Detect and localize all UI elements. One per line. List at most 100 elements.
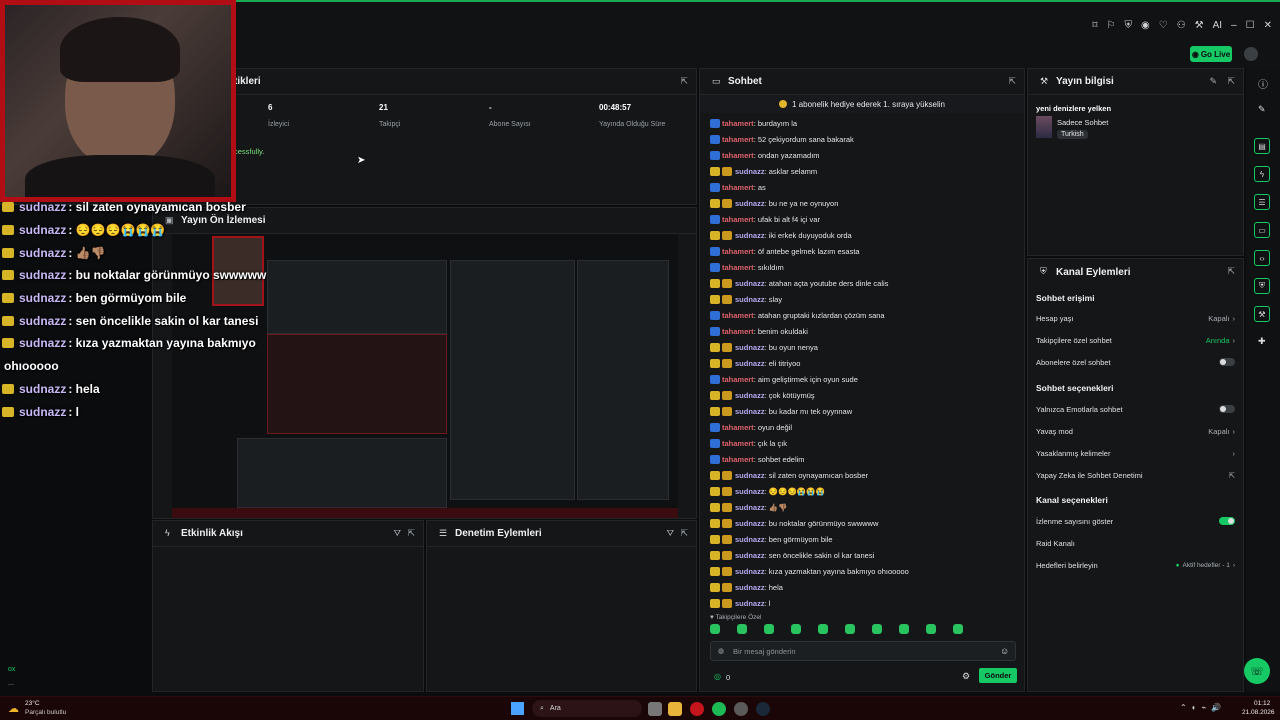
chat-username[interactable]: tahamert xyxy=(722,215,754,224)
viewer-count-toggle[interactable] xyxy=(1219,517,1235,525)
followers-chat-row[interactable]: Takipçilere özel sohbet Anında › xyxy=(1036,333,1235,347)
chat-message: sudnazz: sen öncelikle sakin ol kar tane… xyxy=(710,547,874,563)
support-chat-icon[interactable]: ☏ xyxy=(1244,658,1270,684)
opera-icon[interactable] xyxy=(690,702,704,716)
goals-row[interactable]: Hedefleri belirleyin ● Aktif hedefler - 1 › xyxy=(1036,558,1235,572)
chat-username[interactable]: sudnazz xyxy=(735,407,765,416)
chat-username[interactable]: sudnazz xyxy=(735,359,765,368)
ai-label[interactable]: AI xyxy=(1213,20,1222,31)
list-icon[interactable]: ☰ xyxy=(1254,194,1270,210)
chat-username[interactable]: tahamert xyxy=(722,455,754,464)
task-view-icon[interactable] xyxy=(648,702,662,716)
popout-icon[interactable]: ⇱ xyxy=(680,528,688,539)
ai-moderation-row[interactable]: Yapay Zeka ile Sohbet Denetimi ⇱ xyxy=(1036,468,1235,482)
chat-username[interactable]: tahamert xyxy=(722,375,754,384)
chat-username[interactable]: sudnazz xyxy=(735,279,765,288)
taskbar-search[interactable]: ⌕ Ara xyxy=(532,700,642,717)
wrench-icon[interactable]: ⚒ xyxy=(1195,20,1204,31)
chat-username[interactable]: tahamert xyxy=(722,263,754,272)
minus-icon[interactable]: – xyxy=(1231,20,1237,31)
chat-username[interactable]: tahamert xyxy=(722,151,754,160)
steam-icon[interactable] xyxy=(756,702,770,716)
shield-icon[interactable]: ⛨ xyxy=(1124,20,1132,31)
subs-chat-toggle[interactable] xyxy=(1219,358,1235,366)
chat-username[interactable]: tahamert xyxy=(722,119,754,128)
chat-username[interactable]: sudnazz xyxy=(735,295,765,304)
emote-icon[interactable] xyxy=(710,624,720,634)
raid-row[interactable]: Raid Kanalı xyxy=(1036,536,1235,550)
spotify-icon[interactable] xyxy=(712,702,726,716)
send-button[interactable]: Gönder xyxy=(979,668,1017,683)
bookmark-icon[interactable]: ⌑ xyxy=(1092,20,1097,31)
chat-username[interactable]: tahamert xyxy=(722,135,754,144)
user-icon[interactable]: ⚇ xyxy=(1177,20,1186,31)
popout-icon[interactable]: ⇱ xyxy=(407,528,415,539)
emote-icon[interactable] xyxy=(764,624,774,634)
emote-icon[interactable] xyxy=(737,624,747,634)
slow-mode-row[interactable]: Yavaş mod Kapalı › xyxy=(1036,424,1235,438)
chat-username[interactable]: sudnazz xyxy=(735,599,765,608)
chat-username[interactable]: sudnazz xyxy=(735,503,765,512)
overlay-chat-line: sudnazz : ben görmüyom bile xyxy=(2,287,272,310)
chat-icon[interactable]: ▭ xyxy=(1254,222,1270,238)
eye-icon[interactable]: ◉ xyxy=(1141,20,1150,31)
chat-username[interactable]: tahamert xyxy=(722,439,754,448)
maximize-icon[interactable]: ☐ xyxy=(1246,20,1255,31)
chat-username[interactable]: tahamert xyxy=(722,183,754,192)
popout-icon[interactable]: ⇱ xyxy=(680,76,688,87)
popout-icon[interactable]: ⇱ xyxy=(1008,76,1016,87)
info-icon[interactable]: ⓘ xyxy=(1258,76,1268,91)
xbox-icon[interactable] xyxy=(734,702,748,716)
chat-username[interactable]: tahamert xyxy=(722,247,754,256)
emote-icon[interactable] xyxy=(899,624,909,634)
filter-icon[interactable]: ⛛ xyxy=(666,528,674,539)
chat-username[interactable]: sudnazz xyxy=(735,583,765,592)
filter-icon[interactable]: ⛛ xyxy=(393,528,401,539)
banned-words-row[interactable]: Yasaklanmış kelimeler › xyxy=(1036,446,1235,460)
wrench-icon[interactable]: ⚒ xyxy=(1254,306,1270,322)
emote-icon[interactable] xyxy=(845,624,855,634)
emotes-only-toggle[interactable] xyxy=(1219,405,1235,413)
account-age-row[interactable]: Hesap yaşı Kapalı › xyxy=(1036,311,1235,325)
chat-username[interactable]: sudnazz xyxy=(735,535,765,544)
edit-icon[interactable]: ✎ xyxy=(1209,76,1217,87)
file-explorer-icon[interactable] xyxy=(668,702,682,716)
chat-username[interactable]: tahamert xyxy=(722,311,754,320)
chat-username[interactable]: sudnazz xyxy=(735,199,765,208)
emote-icon[interactable] xyxy=(926,624,936,634)
chat-username[interactable]: sudnazz xyxy=(735,391,765,400)
moderator-icon[interactable]: ⚐ xyxy=(1107,20,1116,31)
chat-username[interactable]: sudnazz xyxy=(735,471,765,480)
emote-icon[interactable] xyxy=(953,624,963,634)
heart-icon[interactable]: ♡ xyxy=(1159,20,1168,31)
gift-sub-banner[interactable]: 1 abonelik hediye ederek 1. sıraya yükse… xyxy=(700,95,1024,113)
close-icon[interactable]: ✕ xyxy=(1264,20,1272,31)
chat-username[interactable]: sudnazz xyxy=(735,567,765,576)
emote-icon[interactable] xyxy=(818,624,828,634)
pen-icon[interactable]: ✎ xyxy=(1258,104,1266,115)
popout-icon[interactable]: ⇱ xyxy=(1227,76,1235,87)
windows-start-icon[interactable] xyxy=(511,702,524,715)
code-icon[interactable]: ‹› xyxy=(1254,250,1270,266)
chat-username[interactable]: sudnazz xyxy=(735,487,765,496)
chat-username[interactable]: sudnazz xyxy=(735,519,765,528)
shield-icon[interactable]: ⛨ xyxy=(1254,278,1270,294)
chat-username[interactable]: sudnazz xyxy=(735,231,765,240)
chat-username[interactable]: sudnazz xyxy=(735,551,765,560)
chat-username[interactable]: sudnazz xyxy=(735,167,765,176)
avatar[interactable] xyxy=(1244,47,1258,61)
lightning-icon[interactable]: ϟ xyxy=(1254,166,1270,182)
emoji-icon[interactable]: ☺ xyxy=(1000,646,1009,656)
add-widget-icon[interactable]: ✚ xyxy=(1258,336,1266,347)
chat-username[interactable]: tahamert xyxy=(722,327,754,336)
chat-message-input[interactable]: Bir mesaj gönderin xyxy=(710,641,1016,661)
emote-icon[interactable] xyxy=(872,624,882,634)
emote-icon[interactable] xyxy=(791,624,801,634)
chat-message: sudnazz: 😔😔😔😭😭😭 xyxy=(710,483,825,499)
chat-username[interactable]: sudnazz xyxy=(735,343,765,352)
chat-username[interactable]: tahamert xyxy=(722,423,754,432)
go-live-button[interactable]: ◉ Go Live xyxy=(1190,46,1232,62)
chat-settings-icon[interactable]: ⚙ xyxy=(962,671,970,682)
popout-icon[interactable]: ⇱ xyxy=(1227,266,1235,277)
stats-icon[interactable]: ▤ xyxy=(1254,138,1270,154)
